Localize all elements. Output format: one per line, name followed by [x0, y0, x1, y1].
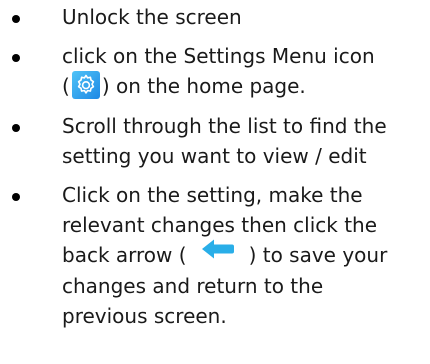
- step-3-line-2: setting you want to view / edit: [62, 143, 367, 168]
- settings-gear-icon: [71, 70, 100, 99]
- step-4-back-arrow-prefix: back arrow (: [62, 242, 187, 267]
- instruction-list: Unlock the screen click on the Settings …: [0, 0, 430, 340]
- step-1-text: Unlock the screen: [62, 5, 242, 29]
- step-4-line-4: changes and return to the: [62, 274, 324, 298]
- step-4-line-3: back arrow ( ) to save your: [62, 238, 422, 272]
- bullet-icon: [12, 15, 20, 23]
- list-item: Unlock the screen: [0, 0, 430, 32]
- bullet-icon: [12, 123, 20, 132]
- list-item: Click on the setting, make the relevant …: [0, 180, 430, 332]
- step-2-close-paren: ) on the home page.: [101, 74, 306, 98]
- step-3-line-1: Scroll through the list to find the: [62, 113, 387, 138]
- step-4-line-1: Click on the setting, make the: [62, 182, 363, 207]
- bullet-icon: [12, 54, 20, 62]
- list-item: click on the Settings Menu icon ( ) on t…: [0, 41, 430, 102]
- step-4-back-arrow-suffix: ) to save your: [248, 242, 388, 267]
- step-4-line-2: relevant changes then click the: [62, 212, 378, 237]
- step-2-open-paren: (: [62, 74, 70, 98]
- back-arrow-icon: [201, 238, 235, 268]
- bullet-icon: [12, 192, 20, 201]
- step-2-line-2: ( ) on the home page.: [62, 70, 422, 102]
- step-2-line-1: click on the Settings Menu icon: [62, 44, 375, 68]
- step-4-line-5: previous screen.: [62, 304, 227, 328]
- list-item: Scroll through the list to find the sett…: [0, 111, 430, 171]
